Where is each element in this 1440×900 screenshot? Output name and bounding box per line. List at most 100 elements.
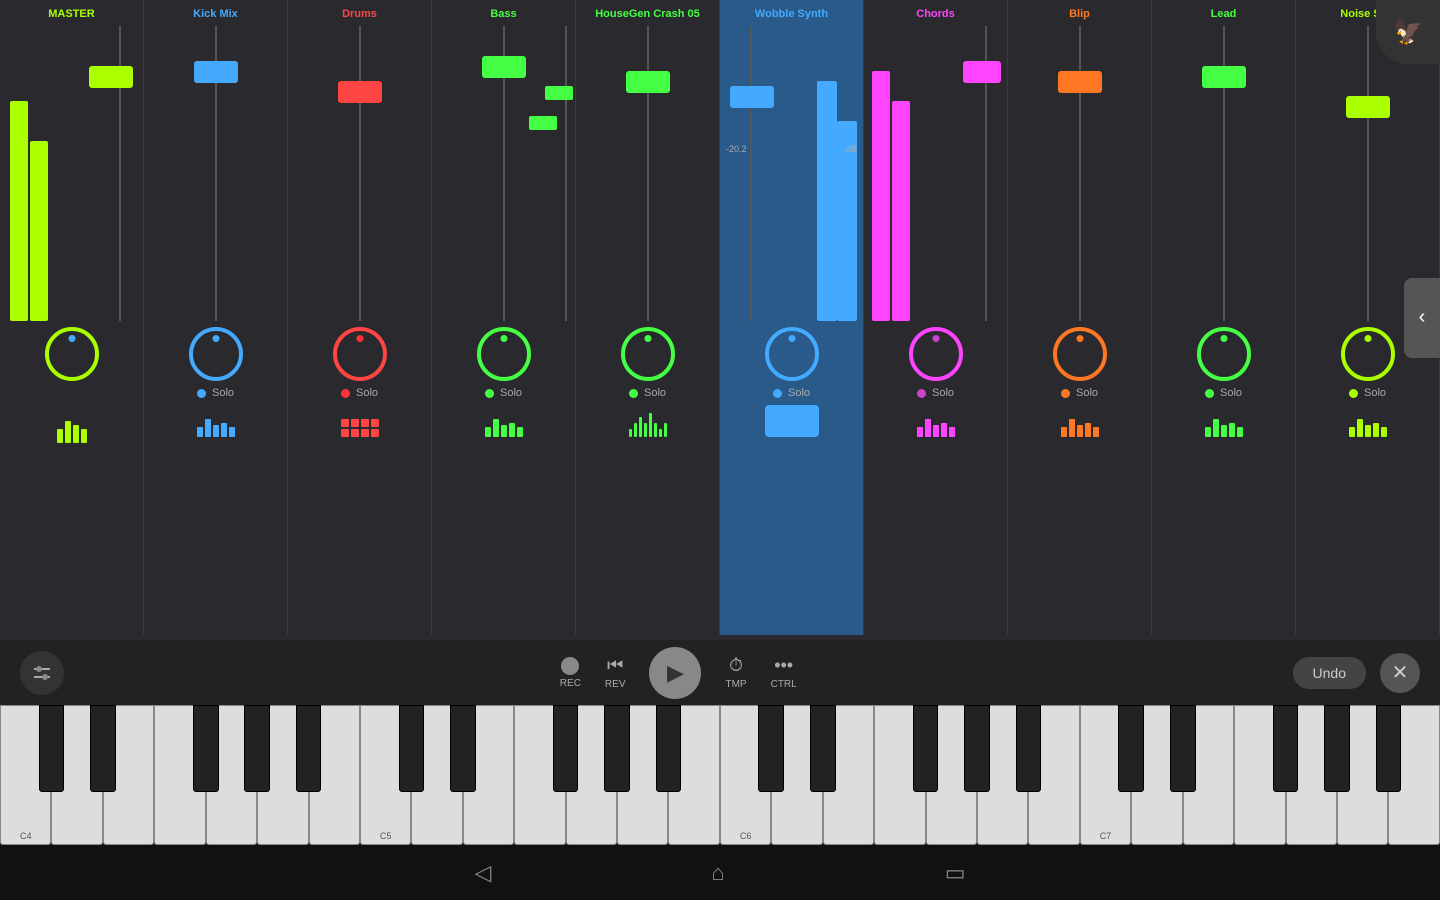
- solo-area-blip[interactable]: Solo: [1061, 387, 1098, 399]
- fader-section-wobble: -20.2dB: [722, 26, 861, 321]
- play-button[interactable]: ▶: [649, 647, 701, 699]
- knob-housecrash[interactable]: [621, 327, 675, 381]
- piano-key-C4[interactable]: C4: [0, 705, 51, 845]
- tmp-button[interactable]: ⏱ TMP: [725, 655, 746, 690]
- channel-master[interactable]: MASTER: [0, 0, 144, 635]
- channel-name-drums: Drums: [342, 8, 377, 20]
- piano-key-F4[interactable]: [154, 705, 205, 845]
- piano-black-key-D4[interactable]: [90, 705, 116, 792]
- mixer-eq-button[interactable]: [20, 651, 64, 695]
- fader-section-housecrash: [578, 26, 717, 321]
- channel-wobble[interactable]: Wobble Synth-20.2dBSolo: [720, 0, 864, 635]
- pattern-chords[interactable]: [917, 405, 955, 437]
- piano-black-key-A5[interactable]: [656, 705, 682, 792]
- pattern-drums[interactable]: [341, 405, 379, 437]
- piano-black-key-C4[interactable]: [39, 705, 65, 792]
- channel-drums[interactable]: Drums Solo: [288, 0, 432, 635]
- pattern-kick[interactable]: [197, 405, 235, 437]
- fader-handle-blip[interactable]: [1058, 71, 1102, 93]
- knob-bass[interactable]: [477, 327, 531, 381]
- fader-section-chords: [866, 26, 1005, 321]
- fader-handle-lead[interactable]: [1202, 66, 1246, 88]
- pattern-noisefx[interactable]: [1349, 405, 1387, 437]
- channel-housecrash[interactable]: HouseGen Crash 05Solo: [576, 0, 720, 635]
- channel-kick[interactable]: Kick Mix Solo: [144, 0, 288, 635]
- solo-area-lead[interactable]: Solo: [1205, 387, 1242, 399]
- piano-black-key-F7[interactable]: [1273, 705, 1299, 792]
- piano-key-F7[interactable]: [1234, 705, 1285, 845]
- piano-black-key-A7[interactable]: [1376, 705, 1402, 792]
- pattern-bass[interactable]: [485, 405, 523, 437]
- home-nav-button[interactable]: ⌂: [711, 860, 724, 886]
- knob-blip[interactable]: [1053, 327, 1107, 381]
- piano-black-key-C7[interactable]: [1118, 705, 1144, 792]
- piano-key-F5[interactable]: [514, 705, 565, 845]
- fader-handle-kick[interactable]: [194, 61, 238, 83]
- solo-area-chords[interactable]: Solo: [917, 387, 954, 399]
- scroll-right-button[interactable]: ‹: [1404, 278, 1440, 358]
- channel-name-bass: Bass: [490, 8, 516, 20]
- piano-black-key-G5[interactable]: [604, 705, 630, 792]
- fader-handle-housecrash[interactable]: [626, 71, 670, 93]
- knob-wobble[interactable]: [765, 327, 819, 381]
- piano-black-key-C5[interactable]: [399, 705, 425, 792]
- fader-handle-chords[interactable]: [963, 61, 1001, 83]
- piano-key-C6[interactable]: C6: [720, 705, 771, 845]
- channel-lead[interactable]: Lead Solo: [1152, 0, 1296, 635]
- solo-area-drums[interactable]: Solo: [341, 387, 378, 399]
- pattern-master[interactable]: [57, 411, 87, 443]
- piano-black-key-G6[interactable]: [964, 705, 990, 792]
- piano-black-key-D5[interactable]: [450, 705, 476, 792]
- piano-black-key-D6[interactable]: [810, 705, 836, 792]
- solo-area-housecrash[interactable]: Solo: [629, 387, 666, 399]
- fader-handle-bass[interactable]: [482, 56, 526, 78]
- fader-section-master: [2, 26, 141, 321]
- piano-key-F6[interactable]: [874, 705, 925, 845]
- rev-button[interactable]: ⏮ REV: [605, 655, 626, 690]
- solo-area-noisefx[interactable]: Solo: [1349, 387, 1386, 399]
- fader-handle-wobble[interactable]: [730, 86, 774, 108]
- knob-kick[interactable]: [189, 327, 243, 381]
- knob-drums[interactable]: [333, 327, 387, 381]
- pattern-housecrash[interactable]: [629, 405, 667, 437]
- piano-black-key-A4[interactable]: [296, 705, 322, 792]
- piano-black-key-D7[interactable]: [1170, 705, 1196, 792]
- solo-area-bass[interactable]: Solo: [485, 387, 522, 399]
- fader-handle-noisefx[interactable]: [1346, 96, 1390, 118]
- rec-button[interactable]: REC: [560, 657, 581, 689]
- piano-black-key-F5[interactable]: [553, 705, 579, 792]
- key-label-C6: C6: [740, 831, 752, 841]
- pattern-wobble[interactable]: [765, 405, 819, 437]
- piano-black-key-F4[interactable]: [193, 705, 219, 792]
- close-button[interactable]: ✕: [1380, 653, 1420, 693]
- piano-key-C5[interactable]: C5: [360, 705, 411, 845]
- ctrl-button[interactable]: ••• CTRL: [771, 655, 797, 690]
- knob-chords[interactable]: [909, 327, 963, 381]
- back-nav-button[interactable]: ◁: [474, 860, 491, 886]
- channel-name-blip: Blip: [1069, 8, 1090, 20]
- pattern-lead[interactable]: [1205, 405, 1243, 437]
- key-label-C4: C4: [20, 831, 32, 841]
- solo-area-kick[interactable]: Solo: [197, 387, 234, 399]
- knob-noisefx[interactable]: [1341, 327, 1395, 381]
- knob-master[interactable]: [45, 327, 99, 381]
- channel-blip[interactable]: Blip Solo: [1008, 0, 1152, 635]
- piano-black-key-G7[interactable]: [1324, 705, 1350, 792]
- piano-black-key-F6[interactable]: [913, 705, 939, 792]
- recent-nav-button[interactable]: ▭: [945, 860, 966, 886]
- knob-lead[interactable]: [1197, 327, 1251, 381]
- channel-name-lead: Lead: [1211, 8, 1237, 20]
- pattern-blip[interactable]: [1061, 405, 1099, 437]
- channel-name-kick: Kick Mix: [193, 8, 238, 20]
- undo-button[interactable]: Undo: [1293, 657, 1366, 689]
- fader-section-kick: [146, 26, 285, 321]
- fader-handle-drums[interactable]: [338, 81, 382, 103]
- piano-black-key-G4[interactable]: [244, 705, 270, 792]
- channel-bass[interactable]: Bass Solo: [432, 0, 576, 635]
- channel-chords[interactable]: ChordsSolo: [864, 0, 1008, 635]
- piano-black-key-C6[interactable]: [758, 705, 784, 792]
- solo-area-wobble[interactable]: Solo: [773, 387, 810, 399]
- piano-black-key-A6[interactable]: [1016, 705, 1042, 792]
- fader-handle-master[interactable]: [89, 66, 133, 88]
- piano-key-C7[interactable]: C7: [1080, 705, 1131, 845]
